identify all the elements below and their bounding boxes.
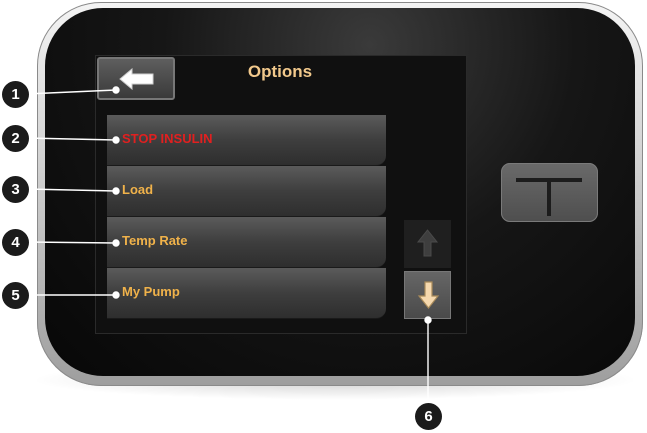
callout-badge-6: 6 [415, 403, 442, 430]
callout-badge-2: 2 [2, 125, 29, 152]
callout-lines [25, 86, 432, 400]
callout-badge-5: 5 [2, 282, 29, 309]
callout-badge-3: 3 [2, 176, 29, 203]
callout-badge-1: 1 [2, 81, 29, 108]
callout-badge-4: 4 [2, 229, 29, 256]
